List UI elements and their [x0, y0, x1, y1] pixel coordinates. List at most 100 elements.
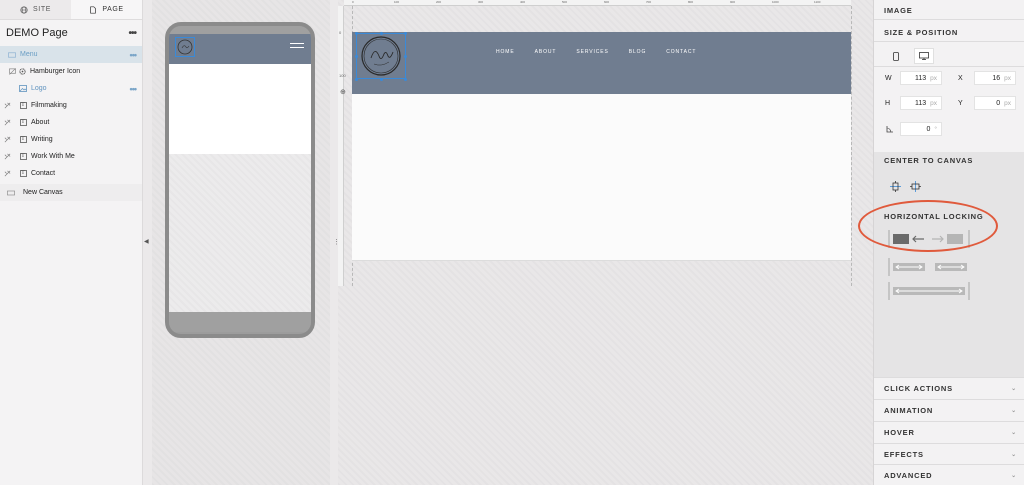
page-title-row: DEMO Page •••	[0, 20, 142, 46]
globe-icon	[20, 5, 28, 14]
collapse-left-panel-icon[interactable]: ◀	[144, 238, 149, 245]
phone-icon	[893, 51, 899, 61]
layer-label: About	[31, 119, 50, 126]
layer-label: Filmmaking	[31, 102, 67, 109]
desktop-device-button[interactable]	[914, 48, 934, 64]
lock-margin-right-icon[interactable]	[932, 261, 968, 273]
ruler-mark: 0	[352, 0, 354, 4]
section-label: HOVER	[884, 427, 915, 437]
click-actions-section[interactable]: CLICK ACTIONS ⌄	[874, 377, 1024, 398]
width-value: 113	[914, 74, 927, 82]
ruler-mark: 400	[520, 0, 526, 4]
layer-logo[interactable]: Logo •••	[0, 80, 142, 97]
ruler-mark: 1100	[814, 0, 821, 4]
desktop-logo[interactable]	[356, 33, 406, 79]
text-icon: T	[19, 136, 27, 143]
unlink-icon	[4, 170, 11, 177]
lock-full-width-icon[interactable]	[892, 285, 966, 297]
unlink-icon	[4, 153, 11, 160]
nav-services[interactable]: SERVICES	[576, 49, 608, 55]
layer-about[interactable]: T About	[0, 114, 142, 131]
ruler-mark: 800	[688, 0, 694, 4]
tab-site[interactable]: SITE	[0, 0, 71, 19]
nav-blog[interactable]: BLOG	[629, 49, 647, 55]
nav-home[interactable]: HOME	[496, 49, 515, 55]
layer-contact[interactable]: T Contact	[0, 165, 142, 182]
desktop-nav: HOME ABOUT SERVICES BLOG CONTACT	[496, 49, 696, 55]
ruler-anchor-icon[interactable]: ⊕	[340, 88, 346, 96]
ruler-side-mark: 0	[339, 30, 342, 35]
center-horizontal-icon	[909, 180, 921, 192]
layer-filmmaking[interactable]: T Filmmaking	[0, 97, 142, 114]
y-label: Y	[958, 100, 963, 107]
lock-row-full	[888, 282, 970, 300]
text-icon: T	[19, 170, 27, 177]
rotation-unit: °	[934, 125, 937, 133]
mobile-logo[interactable]	[175, 37, 195, 57]
canvas-icon	[7, 189, 15, 197]
hidden-icon	[9, 68, 16, 75]
width-unit: px	[930, 74, 937, 82]
desktop-content	[352, 94, 851, 260]
advanced-section[interactable]: ADVANCED ⌄	[874, 464, 1024, 485]
layer-writing[interactable]: T Writing	[0, 131, 142, 148]
layer-work-with-me[interactable]: T Work With Me	[0, 148, 142, 165]
desktop-header[interactable]	[352, 32, 851, 94]
mobile-header[interactable]	[169, 34, 311, 64]
page-title: DEMO Page	[6, 27, 68, 39]
hamburger-icon[interactable]	[290, 43, 304, 51]
layer-menu[interactable]: Menu •••	[0, 46, 142, 63]
canvas-divider	[352, 260, 851, 261]
height-unit: px	[930, 99, 937, 107]
y-value: 0	[996, 99, 1001, 107]
layer-more-button[interactable]: •••	[130, 84, 138, 94]
layer-more-button[interactable]: •••	[130, 50, 138, 60]
tab-page-label: PAGE	[102, 6, 124, 13]
center-horizontal-button[interactable]	[908, 179, 922, 193]
layer-hamburger-icon[interactable]: Hamburger Icon	[0, 63, 142, 80]
chevron-down-icon: ⌄	[1011, 429, 1017, 436]
resize-handle[interactable]	[404, 55, 407, 58]
nav-contact[interactable]: CONTACT	[666, 49, 696, 55]
size-position-header: SIZE & POSITION	[884, 28, 959, 37]
ruler-mark: 900	[730, 0, 736, 4]
resize-handle[interactable]	[404, 32, 407, 35]
nav-about[interactable]: ABOUT	[535, 49, 557, 55]
resize-handle-icon[interactable]: ⋮	[333, 238, 340, 246]
bracket-left	[888, 258, 890, 276]
rotation-input[interactable]: 0 °	[900, 122, 942, 136]
phone-bottom-bezel	[169, 312, 311, 332]
x-input[interactable]: 16 px	[974, 71, 1016, 85]
section-label: ANIMATION	[884, 405, 934, 415]
image-icon	[19, 85, 27, 93]
mobile-device-button[interactable]	[886, 48, 906, 64]
layer-label: Logo	[31, 85, 47, 92]
y-input[interactable]: 0 px	[974, 96, 1016, 110]
center-vertical-button[interactable]	[888, 179, 902, 193]
resize-handle[interactable]	[380, 78, 383, 81]
ruler-mark: 600	[604, 0, 610, 4]
rotation-icon	[886, 126, 893, 133]
mobile-preview[interactable]	[165, 22, 315, 338]
lock-margin-left-icon[interactable]	[892, 261, 928, 273]
resize-handle[interactable]	[355, 32, 358, 35]
image-section-header[interactable]: IMAGE	[884, 6, 913, 15]
animation-section[interactable]: ANIMATION ⌄	[874, 399, 1024, 420]
y-unit: px	[1004, 99, 1011, 107]
resize-handle[interactable]	[404, 78, 407, 81]
page-more-button[interactable]: •••	[128, 28, 136, 39]
layer-new-canvas[interactable]: New Canvas	[0, 184, 142, 201]
resize-handle[interactable]	[355, 55, 358, 58]
height-label: H	[885, 100, 891, 107]
effects-section[interactable]: EFFECTS ⌄	[874, 443, 1024, 464]
highlight-annotation	[858, 200, 998, 252]
tab-page[interactable]: PAGE	[71, 0, 142, 19]
center-buttons	[888, 179, 922, 193]
resize-handle[interactable]	[380, 32, 383, 35]
divider	[874, 19, 1024, 20]
width-input[interactable]: 113 px	[900, 71, 942, 85]
height-input[interactable]: 113 px	[900, 96, 942, 110]
resize-handle[interactable]	[355, 78, 358, 81]
hover-section[interactable]: HOVER ⌄	[874, 421, 1024, 442]
x-label: X	[958, 75, 963, 82]
